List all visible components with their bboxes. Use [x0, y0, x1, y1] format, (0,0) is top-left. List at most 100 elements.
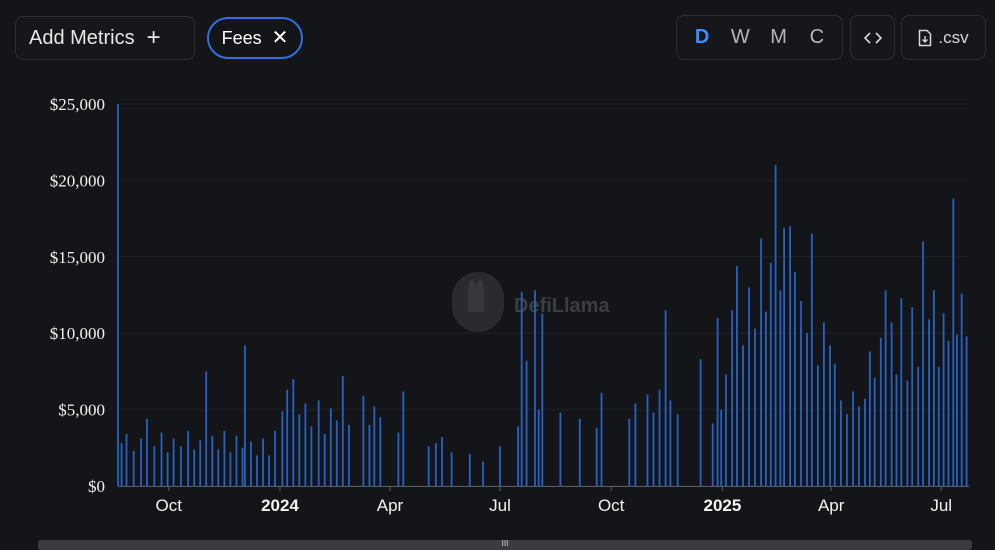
- fee-bar[interactable]: [262, 438, 264, 486]
- fee-bar[interactable]: [736, 266, 738, 486]
- fee-bar[interactable]: [223, 431, 226, 486]
- fee-bar[interactable]: [658, 389, 661, 486]
- fee-bar[interactable]: [779, 290, 782, 486]
- fee-bar[interactable]: [595, 427, 598, 486]
- fee-bar[interactable]: [268, 455, 270, 486]
- fee-bar[interactable]: [846, 414, 848, 486]
- embed-button[interactable]: [850, 15, 895, 60]
- fee-bar[interactable]: [933, 290, 935, 486]
- fee-bar[interactable]: [335, 420, 338, 486]
- fee-bar[interactable]: [864, 398, 866, 486]
- fee-bar[interactable]: [852, 391, 854, 486]
- fee-bar[interactable]: [900, 298, 903, 486]
- fee-bar[interactable]: [869, 351, 871, 487]
- fee-bar[interactable]: [304, 403, 307, 487]
- fee-bar[interactable]: [765, 311, 767, 486]
- fee-bar[interactable]: [947, 340, 950, 486]
- fee-bar[interactable]: [211, 435, 214, 486]
- fee-bar[interactable]: [711, 423, 714, 486]
- fee-bar[interactable]: [720, 409, 723, 486]
- fee-bar[interactable]: [646, 394, 649, 486]
- fee-bar[interactable]: [742, 345, 744, 486]
- fee-bar[interactable]: [789, 226, 791, 486]
- fee-bar[interactable]: [956, 334, 958, 486]
- fee-bar[interactable]: [292, 379, 295, 486]
- fee-bar[interactable]: [725, 374, 727, 487]
- fee-bar[interactable]: [298, 414, 301, 486]
- fee-bar[interactable]: [754, 328, 756, 486]
- fee-bar[interactable]: [310, 426, 313, 486]
- fee-bar[interactable]: [120, 443, 123, 486]
- fee-bar[interactable]: [748, 287, 750, 486]
- fee-bar[interactable]: [205, 371, 208, 486]
- fee-bar[interactable]: [199, 440, 202, 486]
- fee-bar[interactable]: [187, 431, 189, 486]
- fee-bar[interactable]: [132, 450, 135, 486]
- fee-bar[interactable]: [402, 391, 405, 486]
- fee-bar[interactable]: [541, 313, 544, 486]
- fee-bar[interactable]: [731, 310, 733, 486]
- fee-bar[interactable]: [937, 366, 940, 486]
- granularity-monthly-button[interactable]: M: [764, 26, 794, 49]
- fee-bar[interactable]: [499, 446, 501, 486]
- fee-bar[interactable]: [840, 400, 842, 486]
- fee-bar[interactable]: [166, 452, 169, 486]
- add-metrics-button[interactable]: Add Metrics +: [15, 16, 195, 60]
- fee-bar[interactable]: [329, 408, 332, 486]
- fee-bar[interactable]: [806, 333, 808, 486]
- fee-bar[interactable]: [341, 376, 344, 486]
- fee-bar[interactable]: [362, 395, 365, 486]
- fee-bar[interactable]: [906, 380, 909, 486]
- fee-bar[interactable]: [172, 438, 175, 486]
- fee-bar[interactable]: [699, 359, 702, 486]
- fee-bar[interactable]: [922, 241, 924, 487]
- fee-bar[interactable]: [193, 449, 196, 486]
- fee-bar[interactable]: [146, 418, 148, 486]
- fee-bar[interactable]: [952, 198, 955, 486]
- fee-bar[interactable]: [769, 262, 772, 486]
- fee-bar[interactable]: [468, 453, 471, 486]
- fee-bar[interactable]: [911, 307, 914, 486]
- fee-bar[interactable]: [895, 374, 898, 487]
- fee-bar[interactable]: [286, 389, 289, 486]
- chart-range-scrollbar[interactable]: III: [38, 540, 972, 550]
- fee-bar[interactable]: [160, 432, 163, 487]
- fee-bar[interactable]: [858, 406, 860, 487]
- fee-bar[interactable]: [664, 310, 667, 486]
- fee-bar[interactable]: [760, 238, 762, 487]
- fee-bar[interactable]: [559, 412, 562, 486]
- fee-bar[interactable]: [676, 414, 679, 486]
- fee-bar[interactable]: [373, 406, 376, 487]
- fee-bar[interactable]: [873, 377, 876, 487]
- fee-bar[interactable]: [140, 438, 142, 486]
- fee-bar[interactable]: [520, 291, 523, 486]
- fee-bar[interactable]: [811, 233, 813, 486]
- scroll-grip-handle[interactable]: III: [501, 540, 509, 550]
- fee-bar[interactable]: [537, 409, 540, 486]
- fee-bar[interactable]: [235, 435, 238, 486]
- fee-bar[interactable]: [879, 337, 882, 486]
- fee-bar[interactable]: [578, 418, 581, 486]
- fee-bar[interactable]: [783, 227, 785, 487]
- fee-bar[interactable]: [833, 363, 836, 486]
- fee-bar[interactable]: [517, 426, 519, 486]
- fee-bar[interactable]: [960, 293, 963, 487]
- fee-bar[interactable]: [823, 322, 825, 487]
- fee-bar[interactable]: [250, 441, 252, 486]
- granularity-cumulative-button[interactable]: C: [802, 26, 832, 49]
- fee-bar[interactable]: [317, 400, 320, 486]
- fee-bar[interactable]: [534, 290, 536, 486]
- fee-bar[interactable]: [928, 319, 930, 486]
- fee-bar[interactable]: [965, 336, 968, 486]
- fee-bar[interactable]: [323, 434, 326, 486]
- fee-bar[interactable]: [794, 272, 796, 486]
- fee-bar[interactable]: [817, 365, 819, 486]
- fee-bar[interactable]: [669, 400, 672, 486]
- metric-pill-fees[interactable]: Fees ✕: [207, 17, 303, 59]
- close-icon[interactable]: ✕: [272, 28, 289, 48]
- fee-bar[interactable]: [628, 418, 631, 486]
- fee-bar[interactable]: [180, 446, 182, 486]
- fee-bar[interactable]: [217, 449, 220, 486]
- fee-bar[interactable]: [397, 432, 400, 487]
- fee-bar[interactable]: [229, 452, 232, 486]
